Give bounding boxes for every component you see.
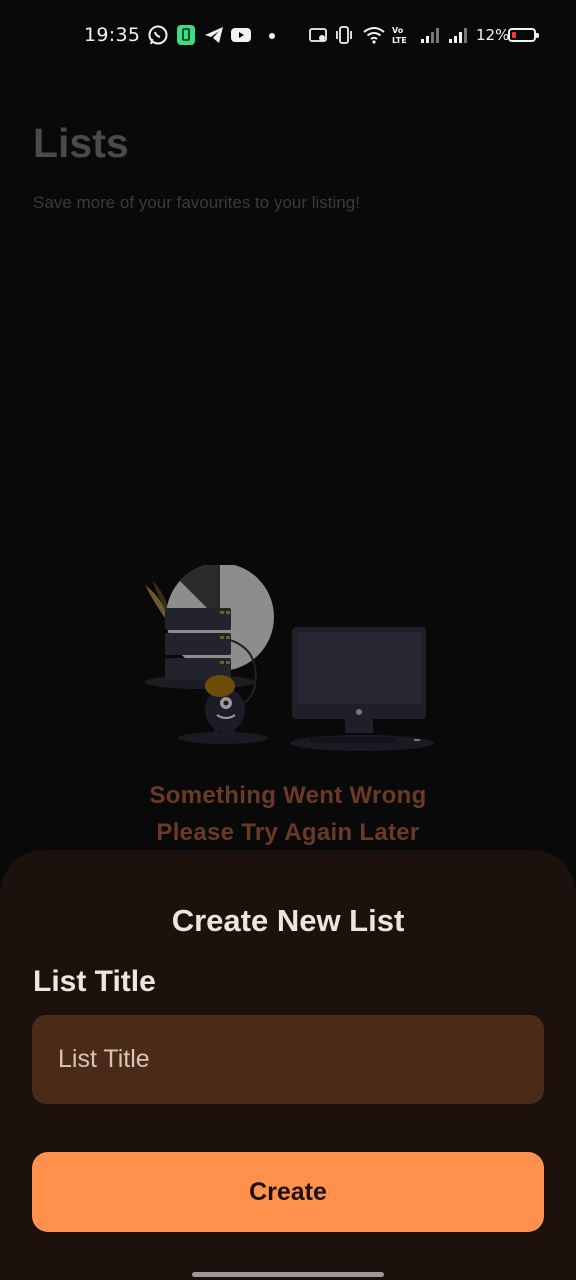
wifi-icon: [363, 27, 385, 44]
page-title: Lists: [33, 120, 129, 166]
screen-record-icon: [309, 28, 327, 42]
battery-percent: 12%: [476, 26, 510, 44]
create-list-sheet: Create New List List Title Create: [0, 850, 576, 1280]
svg-text:LTE: LTE: [392, 36, 407, 45]
svg-text:Vo: Vo: [392, 26, 404, 35]
battery-saver-icon: [177, 25, 195, 45]
sheet-title: Create New List: [171, 903, 405, 938]
volte-icon: Vo LTE: [392, 26, 407, 45]
signal-icon: [421, 28, 439, 43]
battery-icon: [508, 28, 539, 42]
create-button[interactable]: Create: [32, 1152, 544, 1232]
status-bar: 19:35 Vo LTE 12%: [0, 0, 576, 74]
status-time: 19:35: [84, 24, 141, 46]
youtube-icon: [231, 28, 251, 42]
list-title-input[interactable]: [32, 1015, 544, 1104]
home-indicator[interactable]: [192, 1272, 384, 1277]
page-subtitle: Save more of your favourites to your lis…: [33, 193, 360, 212]
list-title-label: List Title: [33, 965, 156, 998]
telegram-icon: [205, 27, 223, 43]
error-illustration: [145, 565, 434, 751]
error-message-line2: Please Try Again Later: [156, 819, 420, 846]
signal-icon: [449, 28, 467, 43]
error-message-line1: Something Went Wrong: [149, 782, 427, 809]
vibrate-icon: [336, 26, 352, 44]
dot-icon: [269, 33, 275, 39]
whatsapp-icon: [148, 25, 168, 45]
